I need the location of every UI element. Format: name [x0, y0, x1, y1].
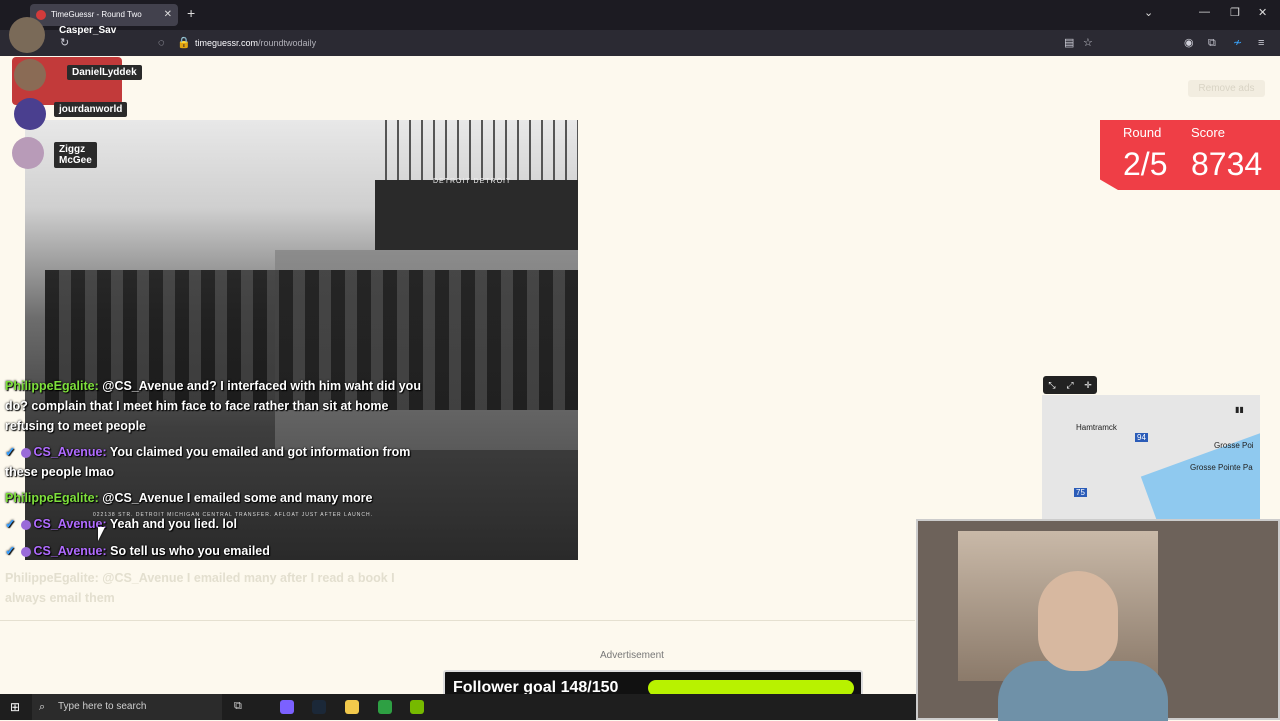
round-score-panel: Round Score 2/5 8734 — [1100, 120, 1280, 190]
score-label: Score — [1191, 125, 1225, 140]
steam-icon[interactable] — [312, 700, 326, 714]
remove-ads-button[interactable]: Remove ads — [1188, 80, 1265, 97]
highway-shield: 75 — [1074, 488, 1087, 497]
account-icon[interactable]: ◉ — [1184, 30, 1194, 56]
avatar — [14, 98, 46, 130]
taskbar-search[interactable]: ⌕ Type here to search — [32, 694, 222, 720]
map-controls: ⤡ ⤢ ✛ — [1043, 376, 1097, 394]
address-bar[interactable]: ◌ 🔒 timeguessr.com/roundtwodaily — [152, 33, 1102, 53]
windows-start-icon[interactable]: ⊞ — [10, 700, 24, 714]
chat-message: PhilippeEgalite: @CS_Avenue and? I inter… — [5, 376, 425, 436]
mouse-cursor-icon — [98, 527, 105, 541]
photo-ship-caption: DETROIT DETROIT — [433, 178, 512, 185]
minimize-icon[interactable]: — — [1199, 6, 1210, 18]
chat-username: CS_Avenue: — [33, 445, 107, 459]
new-tab-icon[interactable]: + — [187, 5, 195, 21]
maximize-icon[interactable]: ❐ — [1230, 6, 1240, 19]
tab-title: TimeGuessr - Round Two — [51, 10, 142, 19]
round-value: 2/5 — [1123, 146, 1168, 182]
photo-crane — [385, 120, 578, 180]
chat-username: PhilippeEgalite: — [5, 491, 99, 505]
viewer-name: jourdanworld — [54, 102, 128, 117]
advertisement-label: Advertisement — [600, 650, 664, 661]
user-dot-icon — [21, 519, 32, 530]
copilot-icon[interactable] — [280, 700, 294, 714]
browser-toolbar: ← ↻ ◌ 🔒 timeguessr.com/roundtwodaily ▤ ☆… — [0, 30, 1280, 56]
chat-message: PhilippeEgalite: @CS_Avenue I emailed so… — [5, 488, 445, 508]
verified-badge-icon: ✓ — [5, 544, 16, 558]
xbox-icon[interactable] — [378, 700, 392, 714]
close-tab-icon[interactable]: ✕ — [164, 4, 172, 26]
bookmark-star-icon[interactable]: ☆ — [1083, 30, 1093, 56]
chat-username: CS_Avenue: — [33, 517, 107, 531]
timeguessr-favicon-icon — [36, 10, 46, 20]
map-label: Grosse Pointe Pa — [1190, 463, 1253, 472]
viewer-name: DanielLyddek — [67, 65, 142, 80]
chat-message: ✓ CS_Avenue: You claimed you emailed and … — [5, 442, 435, 482]
guess-map[interactable]: Hamtramck Grosse Poi Grosse Pointe Pa 94… — [1042, 395, 1260, 520]
streamer-name: Casper_Sav — [59, 25, 117, 36]
chat-message: ✓ CS_Avenue: So tell us who you emailed — [5, 541, 445, 561]
task-view-icon[interactable]: ⧉ — [234, 700, 248, 714]
file-explorer-icon[interactable] — [345, 700, 359, 714]
map-shrink-icon[interactable]: ⤢ — [1063, 378, 1077, 392]
chat-username: PhilippeEgalite: — [5, 571, 99, 585]
map-pin-icon[interactable]: ✛ — [1081, 378, 1095, 392]
browser-tab[interactable]: TimeGuessr - Round Two ✕ — [30, 4, 178, 26]
round-label: Round — [1123, 125, 1162, 140]
extensions-icon[interactable]: ⧉ — [1208, 30, 1216, 56]
streamer-webcam — [916, 519, 1280, 721]
map-layers-icon[interactable]: ▮▮ — [1235, 405, 1244, 414]
avatar — [12, 137, 44, 169]
tab-list-icon[interactable]: ⌄ — [1144, 6, 1153, 19]
menu-icon[interactable]: ≡ — [1258, 30, 1264, 56]
extension-icon[interactable]: ≁ — [1233, 30, 1242, 56]
user-dot-icon — [21, 546, 32, 557]
close-window-icon[interactable]: ✕ — [1258, 6, 1267, 19]
chat-message: PhilippeEgalite: @CS_Avenue I emailed ma… — [5, 568, 405, 608]
highway-shield: 94 — [1135, 433, 1148, 442]
photo-ship — [375, 180, 578, 260]
map-label: Hamtramck — [1076, 423, 1117, 432]
user-dot-icon — [21, 447, 32, 458]
lock-icon: 🔒 — [177, 37, 191, 49]
url-text: timeguessr.com/roundtwodaily — [195, 38, 317, 48]
nvidia-icon[interactable] — [410, 700, 424, 714]
windows-taskbar: ⊞ ⌕ Type here to search ⧉ — [0, 694, 916, 720]
chat-username: CS_Avenue: — [33, 544, 107, 558]
score-value: 8734 — [1191, 146, 1263, 182]
chat-username: PhilippeEgalite: — [5, 379, 99, 393]
avatar — [14, 59, 46, 91]
ad-divider — [0, 620, 915, 621]
shield-icon[interactable]: ◌ — [158, 30, 165, 56]
chat-text: @CS_Avenue I emailed some and many more — [102, 491, 373, 505]
webcam-person-head — [1038, 571, 1118, 671]
reader-view-icon[interactable]: ▤ — [1064, 30, 1074, 56]
taskbar-search-text: Type here to search — [58, 701, 147, 712]
streamer-avatar — [9, 17, 45, 53]
browser-tab-bar: TimeGuessr - Round Two ✕ + ⌄ — ❐ ✕ — [0, 0, 1280, 30]
verified-badge-icon: ✓ — [5, 517, 16, 531]
verified-badge-icon: ✓ — [5, 445, 16, 459]
viewer-name: Ziggz McGee — [54, 142, 97, 168]
map-label: Grosse Poi — [1214, 441, 1254, 450]
map-expand-icon[interactable]: ⤡ — [1045, 378, 1059, 392]
chat-text: Yeah and you lied. lol — [109, 517, 238, 531]
chat-text: So tell us who you emailed — [110, 544, 270, 558]
search-icon: ⌕ — [39, 701, 46, 713]
chat-message: ✓ CS_Avenue: Yeah and you lied. lol — [5, 514, 445, 534]
